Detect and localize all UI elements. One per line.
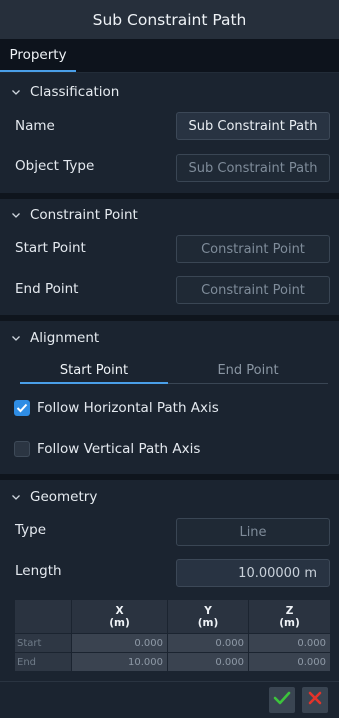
table-header-row: X (m) Y (m) Z (m) xyxy=(14,599,331,634)
table-row: End 10.000 0.000 0.000 xyxy=(14,652,331,672)
name-label: Name xyxy=(15,118,55,134)
end-point-label: End Point xyxy=(15,281,79,297)
checkbox-label: Follow Vertical Path Axis xyxy=(37,441,201,457)
chevron-down-icon xyxy=(0,212,30,219)
table-row: Start 0.000 0.000 0.000 xyxy=(14,633,331,653)
column-unit: (m) xyxy=(197,616,219,629)
tab-end-point[interactable]: End Point xyxy=(168,357,328,384)
close-icon xyxy=(308,691,322,709)
column-header-x: X (m) xyxy=(71,599,168,634)
column-unit: (m) xyxy=(279,616,300,629)
column-axis: Y xyxy=(204,604,212,617)
section-classification[interactable]: Classification xyxy=(0,75,339,109)
section-geometry[interactable]: Geometry xyxy=(0,480,339,514)
dialog-footer xyxy=(0,681,339,718)
coordinate-table: X (m) Y (m) Z (m) Start 0.000 0.000 0.000 E… xyxy=(14,599,331,672)
window-title: Sub Constraint Path xyxy=(0,0,339,39)
start-point-field[interactable]: Constraint Point xyxy=(176,235,330,263)
cell-y[interactable]: 0.000 xyxy=(167,652,249,672)
cancel-button[interactable] xyxy=(302,687,328,713)
check-icon[interactable] xyxy=(14,400,30,416)
tab-bar: Property xyxy=(0,39,339,73)
check-icon xyxy=(273,691,291,709)
section-title: Classification xyxy=(30,84,120,100)
column-header-y: Y (m) xyxy=(167,599,249,634)
table-corner xyxy=(14,599,72,634)
follow-vertical-checkbox[interactable]: Follow Vertical Path Axis xyxy=(14,440,200,458)
type-label: Type xyxy=(15,522,47,538)
column-axis: Z xyxy=(285,604,294,617)
tab-property[interactable]: Property xyxy=(0,39,76,72)
section-title: Geometry xyxy=(30,489,98,505)
end-point-field[interactable]: Constraint Point xyxy=(176,276,330,304)
object-type-label: Object Type xyxy=(15,158,95,174)
object-type-field: Sub Constraint Path xyxy=(176,154,330,182)
cell-x[interactable]: 0.000 xyxy=(71,633,168,653)
section-constraint-point[interactable]: Constraint Point xyxy=(0,198,339,232)
section-title: Alignment xyxy=(30,330,100,346)
active-tab-indicator xyxy=(20,382,168,384)
tab-start-point[interactable]: Start Point xyxy=(20,357,168,384)
length-label: Length xyxy=(15,563,62,579)
name-field[interactable]: Sub Constraint Path xyxy=(176,112,330,140)
section-title: Constraint Point xyxy=(30,207,138,223)
checkbox-box[interactable] xyxy=(14,441,30,457)
chevron-down-icon xyxy=(0,335,30,342)
type-field: Line xyxy=(176,518,330,546)
row-label: Start xyxy=(14,633,72,653)
start-point-label: Start Point xyxy=(15,240,86,256)
chevron-down-icon xyxy=(0,89,30,96)
follow-horizontal-checkbox[interactable]: Follow Horizontal Path Axis xyxy=(14,399,219,417)
column-header-z: Z (m) xyxy=(248,599,331,634)
cell-y[interactable]: 0.000 xyxy=(167,633,249,653)
ok-button[interactable] xyxy=(269,687,295,713)
chevron-down-icon xyxy=(0,494,30,501)
column-axis: X xyxy=(115,604,124,617)
length-field[interactable]: 10.00000 m xyxy=(176,559,330,587)
section-alignment[interactable]: Alignment xyxy=(0,321,339,355)
cell-z[interactable]: 0.000 xyxy=(248,633,331,653)
row-label: End xyxy=(14,652,72,672)
checkbox-label: Follow Horizontal Path Axis xyxy=(37,400,219,416)
column-unit: (m) xyxy=(109,616,130,629)
cell-z[interactable]: 0.000 xyxy=(248,652,331,672)
cell-x[interactable]: 10.000 xyxy=(71,652,168,672)
